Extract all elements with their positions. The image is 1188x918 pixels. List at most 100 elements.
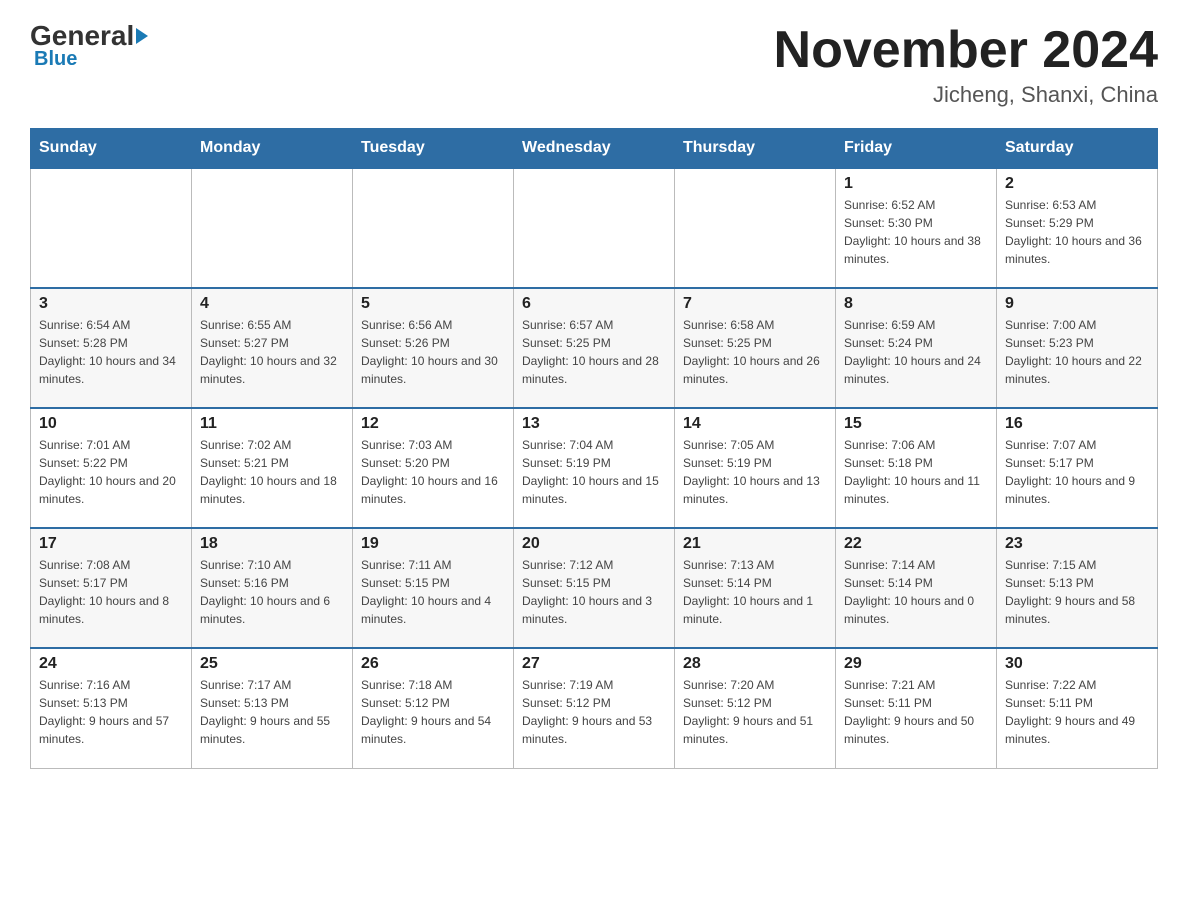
weekday-header-friday: Friday: [836, 129, 997, 169]
day-number: 16: [1005, 415, 1149, 433]
calendar-cell: 25 Sunrise: 7:17 AMSunset: 5:13 PMDayligh…: [192, 648, 353, 768]
weekday-header-wednesday: Wednesday: [514, 129, 675, 169]
calendar-cell: 26 Sunrise: 7:18 AMSunset: 5:12 PMDayligh…: [353, 648, 514, 768]
day-number: 2: [1005, 175, 1149, 193]
day-number: 19: [361, 535, 505, 553]
day-number: 11: [200, 415, 344, 433]
day-info: Sunrise: 6:58 AMSunset: 5:25 PMDaylight:…: [683, 316, 827, 388]
weekday-header-monday: Monday: [192, 129, 353, 169]
calendar-cell: [675, 168, 836, 288]
logo-triangle-icon: [136, 28, 148, 44]
day-number: 15: [844, 415, 988, 433]
day-info: Sunrise: 7:19 AMSunset: 5:12 PMDaylight:…: [522, 676, 666, 748]
day-info: Sunrise: 7:02 AMSunset: 5:21 PMDaylight:…: [200, 436, 344, 508]
weekday-header-saturday: Saturday: [997, 129, 1158, 169]
logo: General Blue: [30, 20, 150, 71]
day-number: 8: [844, 295, 988, 313]
calendar-cell: 10Sunrise: 7:01 AMSunset: 5:22 PMDayligh…: [31, 408, 192, 528]
calendar-cell: 12 Sunrise: 7:03 AMSunset: 5:20 PMDayligh…: [353, 408, 514, 528]
day-info: Sunrise: 7:11 AMSunset: 5:15 PMDaylight:…: [361, 556, 505, 628]
day-info: Sunrise: 7:22 AMSunset: 5:11 PMDaylight:…: [1005, 676, 1149, 748]
calendar-cell: 6 Sunrise: 6:57 AMSunset: 5:25 PMDaylight…: [514, 288, 675, 408]
day-number: 3: [39, 295, 183, 313]
calendar-cell: 8 Sunrise: 6:59 AMSunset: 5:24 PMDaylight…: [836, 288, 997, 408]
calendar-cell: 21 Sunrise: 7:13 AMSunset: 5:14 PMDayligh…: [675, 528, 836, 648]
day-number: 27: [522, 655, 666, 673]
day-info: Sunrise: 6:55 AMSunset: 5:27 PMDaylight:…: [200, 316, 344, 388]
location-subtitle: Jicheng, Shanxi, China: [774, 82, 1158, 108]
calendar-cell: 3Sunrise: 6:54 AMSunset: 5:28 PMDaylight…: [31, 288, 192, 408]
calendar-week-row: 24 Sunrise: 7:16 AMSunset: 5:13 PMDayligh…: [31, 648, 1158, 768]
day-info: Sunrise: 7:16 AMSunset: 5:13 PMDaylight:…: [39, 676, 183, 748]
calendar-cell: [192, 168, 353, 288]
calendar-cell: [353, 168, 514, 288]
day-info: Sunrise: 7:21 AMSunset: 5:11 PMDaylight:…: [844, 676, 988, 748]
day-number: 5: [361, 295, 505, 313]
calendar-cell: 7 Sunrise: 6:58 AMSunset: 5:25 PMDaylight…: [675, 288, 836, 408]
calendar-week-row: 1 Sunrise: 6:52 AMSunset: 5:30 PMDaylight…: [31, 168, 1158, 288]
calendar-cell: 15Sunrise: 7:06 AMSunset: 5:18 PMDayligh…: [836, 408, 997, 528]
calendar-cell: 27 Sunrise: 7:19 AMSunset: 5:12 PMDayligh…: [514, 648, 675, 768]
day-info: Sunrise: 7:04 AMSunset: 5:19 PMDaylight:…: [522, 436, 666, 508]
weekday-header-thursday: Thursday: [675, 129, 836, 169]
calendar-cell: 23 Sunrise: 7:15 AMSunset: 5:13 PMDayligh…: [997, 528, 1158, 648]
day-info: Sunrise: 6:52 AMSunset: 5:30 PMDaylight:…: [844, 196, 988, 268]
day-number: 23: [1005, 535, 1149, 553]
day-number: 4: [200, 295, 344, 313]
calendar-cell: 17 Sunrise: 7:08 AMSunset: 5:17 PMDayligh…: [31, 528, 192, 648]
calendar-cell: 20Sunrise: 7:12 AMSunset: 5:15 PMDayligh…: [514, 528, 675, 648]
day-number: 10: [39, 415, 183, 433]
day-number: 17: [39, 535, 183, 553]
calendar-week-row: 10Sunrise: 7:01 AMSunset: 5:22 PMDayligh…: [31, 408, 1158, 528]
day-info: Sunrise: 6:56 AMSunset: 5:26 PMDaylight:…: [361, 316, 505, 388]
calendar-cell: 1 Sunrise: 6:52 AMSunset: 5:30 PMDaylight…: [836, 168, 997, 288]
calendar-cell: 13Sunrise: 7:04 AMSunset: 5:19 PMDayligh…: [514, 408, 675, 528]
day-info: Sunrise: 6:57 AMSunset: 5:25 PMDaylight:…: [522, 316, 666, 388]
day-number: 25: [200, 655, 344, 673]
day-number: 12: [361, 415, 505, 433]
calendar-cell: 9Sunrise: 7:00 AMSunset: 5:23 PMDaylight…: [997, 288, 1158, 408]
day-number: 14: [683, 415, 827, 433]
day-info: Sunrise: 7:10 AMSunset: 5:16 PMDaylight:…: [200, 556, 344, 628]
day-number: 24: [39, 655, 183, 673]
calendar-cell: 19 Sunrise: 7:11 AMSunset: 5:15 PMDayligh…: [353, 528, 514, 648]
day-info: Sunrise: 7:15 AMSunset: 5:13 PMDaylight:…: [1005, 556, 1149, 628]
calendar-week-row: 3Sunrise: 6:54 AMSunset: 5:28 PMDaylight…: [31, 288, 1158, 408]
calendar-cell: 14 Sunrise: 7:05 AMSunset: 5:19 PMDayligh…: [675, 408, 836, 528]
day-info: Sunrise: 7:14 AMSunset: 5:14 PMDaylight:…: [844, 556, 988, 628]
day-info: Sunrise: 7:05 AMSunset: 5:19 PMDaylight:…: [683, 436, 827, 508]
calendar-cell: 22Sunrise: 7:14 AMSunset: 5:14 PMDayligh…: [836, 528, 997, 648]
day-number: 7: [683, 295, 827, 313]
day-info: Sunrise: 7:12 AMSunset: 5:15 PMDaylight:…: [522, 556, 666, 628]
day-info: Sunrise: 7:08 AMSunset: 5:17 PMDaylight:…: [39, 556, 183, 628]
day-info: Sunrise: 7:03 AMSunset: 5:20 PMDaylight:…: [361, 436, 505, 508]
calendar-cell: 30 Sunrise: 7:22 AMSunset: 5:11 PMDayligh…: [997, 648, 1158, 768]
calendar-cell: [514, 168, 675, 288]
day-number: 30: [1005, 655, 1149, 673]
day-info: Sunrise: 7:18 AMSunset: 5:12 PMDaylight:…: [361, 676, 505, 748]
calendar-cell: 11 Sunrise: 7:02 AMSunset: 5:21 PMDayligh…: [192, 408, 353, 528]
calendar-cell: 28Sunrise: 7:20 AMSunset: 5:12 PMDayligh…: [675, 648, 836, 768]
day-info: Sunrise: 7:00 AMSunset: 5:23 PMDaylight:…: [1005, 316, 1149, 388]
weekday-header-row: SundayMondayTuesdayWednesdayThursdayFrid…: [31, 129, 1158, 169]
calendar-week-row: 17 Sunrise: 7:08 AMSunset: 5:17 PMDayligh…: [31, 528, 1158, 648]
calendar-cell: 24 Sunrise: 7:16 AMSunset: 5:13 PMDayligh…: [31, 648, 192, 768]
weekday-header-tuesday: Tuesday: [353, 129, 514, 169]
day-number: 29: [844, 655, 988, 673]
day-info: Sunrise: 6:53 AMSunset: 5:29 PMDaylight:…: [1005, 196, 1149, 268]
calendar-cell: 5 Sunrise: 6:56 AMSunset: 5:26 PMDaylight…: [353, 288, 514, 408]
day-number: 6: [522, 295, 666, 313]
day-info: Sunrise: 7:07 AMSunset: 5:17 PMDaylight:…: [1005, 436, 1149, 508]
weekday-header-sunday: Sunday: [31, 129, 192, 169]
day-info: Sunrise: 7:13 AMSunset: 5:14 PMDaylight:…: [683, 556, 827, 628]
day-number: 1: [844, 175, 988, 193]
day-number: 18: [200, 535, 344, 553]
day-number: 21: [683, 535, 827, 553]
day-number: 26: [361, 655, 505, 673]
day-info: Sunrise: 7:17 AMSunset: 5:13 PMDaylight:…: [200, 676, 344, 748]
day-info: Sunrise: 6:59 AMSunset: 5:24 PMDaylight:…: [844, 316, 988, 388]
day-number: 28: [683, 655, 827, 673]
calendar-cell: 4 Sunrise: 6:55 AMSunset: 5:27 PMDaylight…: [192, 288, 353, 408]
calendar-table: SundayMondayTuesdayWednesdayThursdayFrid…: [30, 128, 1158, 769]
title-block: November 2024 Jicheng, Shanxi, China: [774, 20, 1158, 108]
